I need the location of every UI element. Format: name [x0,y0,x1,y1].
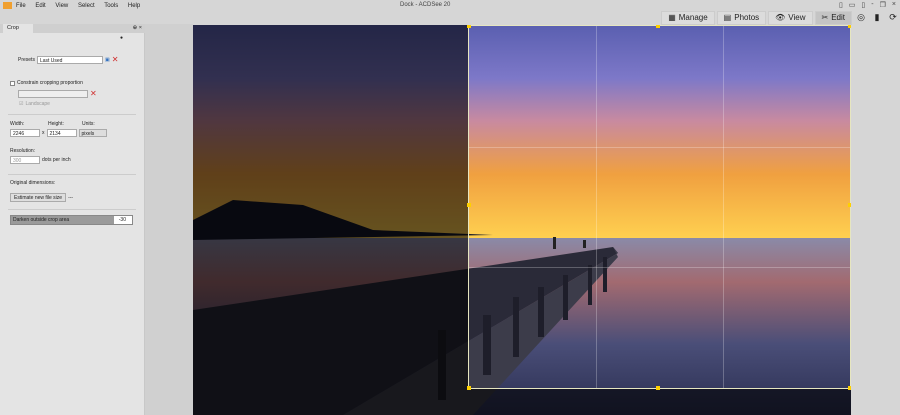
width-label: Width: [10,121,25,127]
crop-handle[interactable] [467,25,471,28]
width-value: 2246 [13,131,25,137]
clear-icon[interactable]: ✕ [90,89,97,98]
crop-handle[interactable] [467,386,471,390]
height-label: Height: [48,121,64,127]
width-input[interactable]: 2246 [10,129,40,137]
window-title: Dock - ACDSee 20 [400,2,451,8]
tab-label: View [788,13,806,22]
estimate-button[interactable]: Estimate new file size [10,193,67,202]
crop-handle[interactable] [467,203,471,208]
delete-icon[interactable]: ✕ [112,55,119,64]
dashboard-icon[interactable]: ▮ [870,11,884,25]
close-button[interactable]: × [892,1,896,9]
tab-view[interactable]: 👁 View [768,10,813,25]
proportion-select[interactable] [18,89,88,98]
resolution-input[interactable]: 300 [10,156,40,164]
panel-close-button[interactable]: ⊕ × [133,25,142,31]
original-dimensions-label: Original dimensions: [10,180,56,186]
image-canvas[interactable] [193,25,851,415]
menu-edit[interactable]: Edit [35,3,45,9]
edit-icon: ✂ [821,13,829,22]
365-icon[interactable]: ◎ [854,11,868,25]
layout-icon[interactable]: ▯ [839,1,843,9]
tab-label: Photos [734,13,760,22]
tab-label: Edit [831,13,845,22]
menu-bar: File Edit View Select Tools Help [16,3,148,9]
panel-gutter [145,24,193,415]
tab-label: Manage [678,13,708,22]
landscape-checkbox[interactable]: ☑ [19,101,23,107]
grid-icon: ▦ [668,13,676,22]
constrain-checkbox[interactable] [10,80,15,86]
restore-button[interactable]: ❐ [880,1,886,9]
tab-photos[interactable]: ▤ Photos [716,10,767,25]
constrain-label: Constrain cropping proportion [17,80,83,86]
crop-rectangle[interactable] [467,25,851,390]
crop-handle[interactable] [848,25,851,28]
crop-handle[interactable] [655,25,660,28]
help-icon[interactable]: ● [120,35,123,41]
estimate-result: --- [68,194,74,201]
crop-handle[interactable] [655,386,660,390]
presets-value: Last Used [39,57,63,64]
height-value: 2134 [49,131,61,137]
resolution-value: 300 [13,158,22,164]
tab-manage[interactable]: ▦ Manage [661,10,715,25]
tab-edit[interactable]: ✂ Edit [814,10,852,25]
sync-icon[interactable]: ⟳ [886,11,900,25]
menu-tools[interactable]: Tools [104,3,118,9]
menu-help[interactable]: Help [128,3,140,9]
darken-label: Darken outside crop area [13,217,70,223]
darken-value: -30 [118,217,126,223]
layout-icon[interactable]: ▭ [849,1,856,9]
resolution-label: Resolution: [10,148,36,154]
darkened-area [193,25,468,415]
layout-icon[interactable]: ▯ [861,1,865,9]
save-icon[interactable]: ▣ [105,57,110,63]
menu-select[interactable]: Select [78,3,95,9]
units-value: pixels [81,131,95,137]
height-input[interactable]: 2134 [46,129,77,137]
tab-crop[interactable]: Crop [3,24,33,33]
dpi-label: dots per inch [42,157,71,163]
eye-icon: 👁 [775,13,786,22]
mode-tabs: ▦ Manage ▤ Photos 👁 View ✂ Edit ◎ ▮ ⟳ [661,10,900,25]
menu-file[interactable]: File [16,3,26,9]
crop-panel: Crop ⊕ × ● Presets Last Used ▣ ✕ Constrain… [0,24,145,415]
crop-handle[interactable] [848,386,851,390]
units-label: Units: [82,121,95,127]
darkened-area [468,389,851,415]
darken-slider[interactable]: Darken outside crop area -30 [10,215,133,225]
presets-label: Presets [18,56,35,63]
crop-handle[interactable] [848,203,851,208]
minimize-button[interactable]: - [871,1,873,9]
x-separator: x [42,130,45,136]
app-logo [3,2,12,9]
menu-view[interactable]: View [55,3,68,9]
presets-select[interactable]: Last Used [36,55,103,64]
estimate-label: Estimate new file size [14,195,63,201]
landscape-label: Landscape [25,101,50,107]
photos-icon: ▤ [723,13,732,22]
units-select[interactable]: pixels [78,129,107,137]
